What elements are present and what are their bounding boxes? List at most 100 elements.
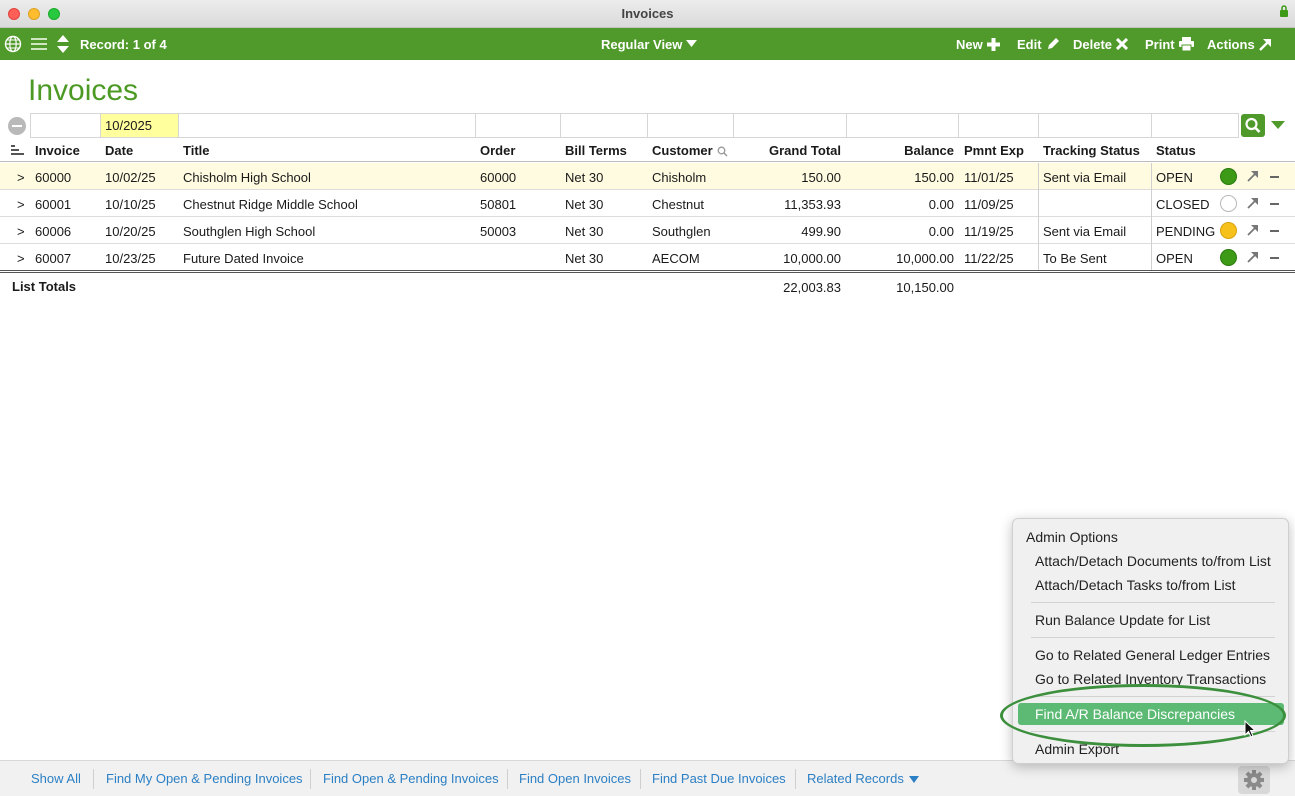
remove-row-icon[interactable] [1270,257,1279,259]
find-options-chevron-icon[interactable] [1271,121,1285,130]
menu-item-run-balance-update[interactable]: Run Balance Update for List [1018,609,1284,631]
cell-title: Chestnut Ridge Middle School [183,197,358,212]
cell-date: 10/10/25 [105,197,156,212]
footer-link-my-open-pending[interactable]: Find My Open & Pending Invoices [106,771,303,786]
cell-bill-terms: Net 30 [565,251,604,266]
footer-link-related-records[interactable]: Related Records [807,771,904,786]
jump-arrow-icon[interactable] [1246,250,1260,264]
view-selector[interactable]: Regular View [601,28,698,60]
search-button[interactable] [1241,114,1265,137]
col-invoice[interactable]: Invoice [35,143,80,158]
footer-link-show-all[interactable]: Show All [31,771,81,786]
menu-item-inventory-transactions[interactable]: Go to Related Inventory Transactions [1018,668,1284,690]
menu-item-attach-documents[interactable]: Attach/Detach Documents to/from List [1018,550,1284,572]
find-pmnt-exp-field[interactable] [958,113,1039,138]
row-expand-arrow[interactable]: > [17,170,25,185]
find-order-field[interactable] [475,113,561,138]
cell-date: 10/20/25 [105,224,156,239]
table-row[interactable]: > 60001 10/10/25 Chestnut Ridge Middle S… [0,190,1295,217]
window-title: Invoices [621,6,674,21]
col-date[interactable]: Date [105,143,133,158]
table-row[interactable]: > 60006 10/20/25 Southglen High School 5… [0,217,1295,244]
sort-icon[interactable] [11,145,24,156]
list-icon[interactable] [31,28,47,60]
jump-arrow-icon[interactable] [1246,196,1260,210]
footer-link-past-due[interactable]: Find Past Due Invoices [652,771,786,786]
cell-status: OPEN [1156,251,1193,266]
jump-arrow-icon[interactable] [1246,223,1260,237]
actions-button[interactable]: Actions [1207,28,1272,60]
divider [1151,244,1152,271]
sort-arrows-icon[interactable] [56,28,70,60]
row-expand-arrow[interactable]: > [17,197,25,212]
cell-date: 10/02/25 [105,170,156,185]
remove-row-icon[interactable] [1270,230,1279,232]
gear-button[interactable] [1238,766,1270,794]
find-row: 10/2025 [0,113,1295,138]
row-expand-arrow[interactable]: > [17,224,25,239]
menu-item-admin-export[interactable]: Admin Export [1018,738,1284,760]
footer-link-open-pending[interactable]: Find Open & Pending Invoices [323,771,499,786]
cell-pmnt-exp: 11/19/25 [964,224,1014,239]
menu-item-attach-tasks[interactable]: Attach/Detach Tasks to/from List [1018,574,1284,596]
gear-icon [1244,770,1264,790]
customer-search-icon[interactable] [717,146,728,157]
plus-icon [986,37,1000,51]
edit-label: Edit [1017,36,1042,52]
col-customer[interactable]: Customer [652,143,713,158]
find-customer-field[interactable] [647,113,734,138]
chevron-down-icon[interactable] [909,776,919,783]
delete-button[interactable]: Delete [1073,28,1129,60]
col-title[interactable]: Title [183,143,210,158]
divider [507,769,508,789]
remove-row-icon[interactable] [1270,176,1279,178]
totals-grand-total: 22,003.83 [783,280,841,295]
find-tracking-field[interactable] [1038,113,1152,138]
col-status[interactable]: Status [1156,143,1196,158]
cell-order: 50003 [480,224,517,239]
table-row[interactable]: > 60000 10/02/25 Chisholm High School 60… [0,163,1295,190]
menu-divider [1031,696,1275,697]
cell-balance: 10,000.00 [896,251,954,266]
remove-row-icon[interactable] [1270,203,1279,205]
find-invoice-field[interactable] [30,113,101,138]
divider [1038,163,1039,190]
cell-title: Southglen High School [183,224,316,239]
divider [1151,163,1152,190]
col-pmnt-exp[interactable]: Pmnt Exp [964,143,1024,158]
col-balance[interactable]: Balance [852,143,954,158]
row-expand-arrow[interactable]: > [17,251,25,266]
footer-bar: Show All Find My Open & Pending Invoices… [0,760,1295,796]
edit-button[interactable]: Edit [1017,28,1060,60]
clear-find-icon[interactable] [8,117,26,135]
jump-arrow-icon [1258,38,1271,51]
cell-title: Future Dated Invoice [183,251,304,266]
find-date-field[interactable]: 10/2025 [100,113,179,138]
new-button[interactable]: New [956,28,1000,60]
find-balance-field[interactable] [846,113,959,138]
menu-divider [1031,637,1275,638]
menu-heading: Admin Options [1026,529,1118,545]
col-tracking-status[interactable]: Tracking Status [1043,143,1140,158]
menu-item-general-ledger[interactable]: Go to Related General Ledger Entries [1018,644,1284,666]
menu-divider [1031,731,1275,732]
col-grand-total[interactable]: Grand Total [740,143,841,158]
chevron-down-icon [686,40,698,47]
find-grand-total-field[interactable] [733,113,847,138]
footer-link-open[interactable]: Find Open Invoices [519,771,631,786]
divider [1038,217,1039,244]
cell-bill-terms: Net 30 [565,197,604,212]
table-row[interactable]: > 60007 10/23/25 Future Dated Invoice Ne… [0,244,1295,271]
find-status-field[interactable] [1151,113,1239,138]
mouse-cursor-icon [1244,720,1256,738]
cell-tracking-status: Sent via Email [1043,224,1127,239]
print-button[interactable]: Print [1145,28,1194,60]
cell-invoice: 60007 [35,251,72,266]
col-order[interactable]: Order [480,143,515,158]
col-bill-terms[interactable]: Bill Terms [565,143,627,158]
globe-icon[interactable] [4,28,22,60]
find-title-field[interactable] [178,113,476,138]
jump-arrow-icon[interactable] [1246,169,1260,183]
divider [795,769,796,789]
find-bill-terms-field[interactable] [560,113,648,138]
